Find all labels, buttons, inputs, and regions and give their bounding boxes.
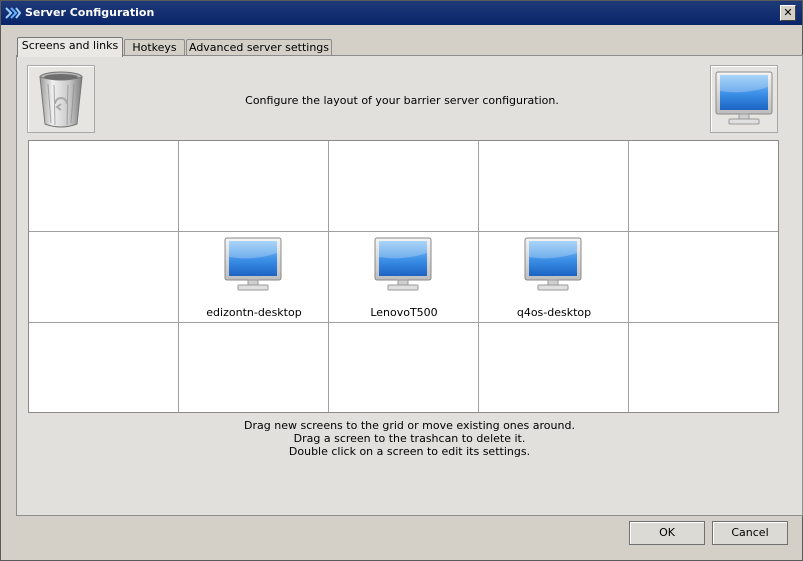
close-icon: ✕ (783, 6, 793, 19)
trashcan-button[interactable] (27, 65, 95, 133)
screen-q4os-desktop[interactable] (524, 237, 584, 293)
screen-name-label: q4os-desktop (516, 306, 592, 319)
screen-lenovot500[interactable] (374, 237, 434, 293)
monitor-icon (715, 71, 773, 125)
grid-cell[interactable] (29, 232, 179, 323)
grid-cell[interactable] (479, 141, 629, 232)
screen-name-label: LenovoT500 (370, 306, 438, 319)
grid-cell[interactable] (629, 141, 778, 232)
grid-cell[interactable] (329, 141, 479, 232)
help-text-line: Drag new screens to the grid or move exi… (244, 419, 575, 432)
grid-cell[interactable] (329, 323, 479, 412)
screen-edizontn-desktop[interactable] (224, 237, 284, 293)
window-title: Server Configuration (25, 6, 155, 19)
help-text-line: Double click on a screen to edit its set… (288, 445, 531, 458)
tab-screens-and-links[interactable]: Screens and links (17, 37, 123, 57)
tab-hotkeys[interactable]: Hotkeys (124, 39, 185, 56)
screen-layout-grid[interactable]: edizontn-desktop LenovoT500 q4os-desktop (28, 140, 779, 413)
grid-cell[interactable] (29, 141, 179, 232)
tab-advanced-server-settings[interactable]: Advanced server settings (186, 39, 332, 56)
ok-button[interactable]: OK (629, 521, 705, 545)
grid-cell[interactable] (179, 141, 329, 232)
grid-cell[interactable] (629, 323, 778, 412)
configuration-description: Configure the layout of your barrier ser… (245, 94, 559, 107)
screens-and-links-panel: Configure the layout of your barrier ser… (16, 55, 803, 516)
barrier-app-icon (5, 7, 21, 19)
grid-cell[interactable] (479, 323, 629, 412)
grid-cell[interactable] (179, 323, 329, 412)
screen-name-label: edizontn-desktop (206, 306, 302, 319)
trashcan-icon (39, 71, 83, 128)
grid-cell[interactable] (629, 232, 778, 323)
help-text-line: Drag a screen to the trashcan to delete … (293, 432, 526, 445)
grid-cell[interactable] (29, 323, 179, 412)
server-configuration-dialog: Server Configuration ✕ Screens and links… (0, 0, 803, 561)
close-button[interactable]: ✕ (780, 5, 796, 21)
title-bar[interactable]: Server Configuration ✕ (1, 1, 802, 25)
new-screen-button[interactable] (710, 65, 778, 133)
cancel-button[interactable]: Cancel (712, 521, 788, 545)
